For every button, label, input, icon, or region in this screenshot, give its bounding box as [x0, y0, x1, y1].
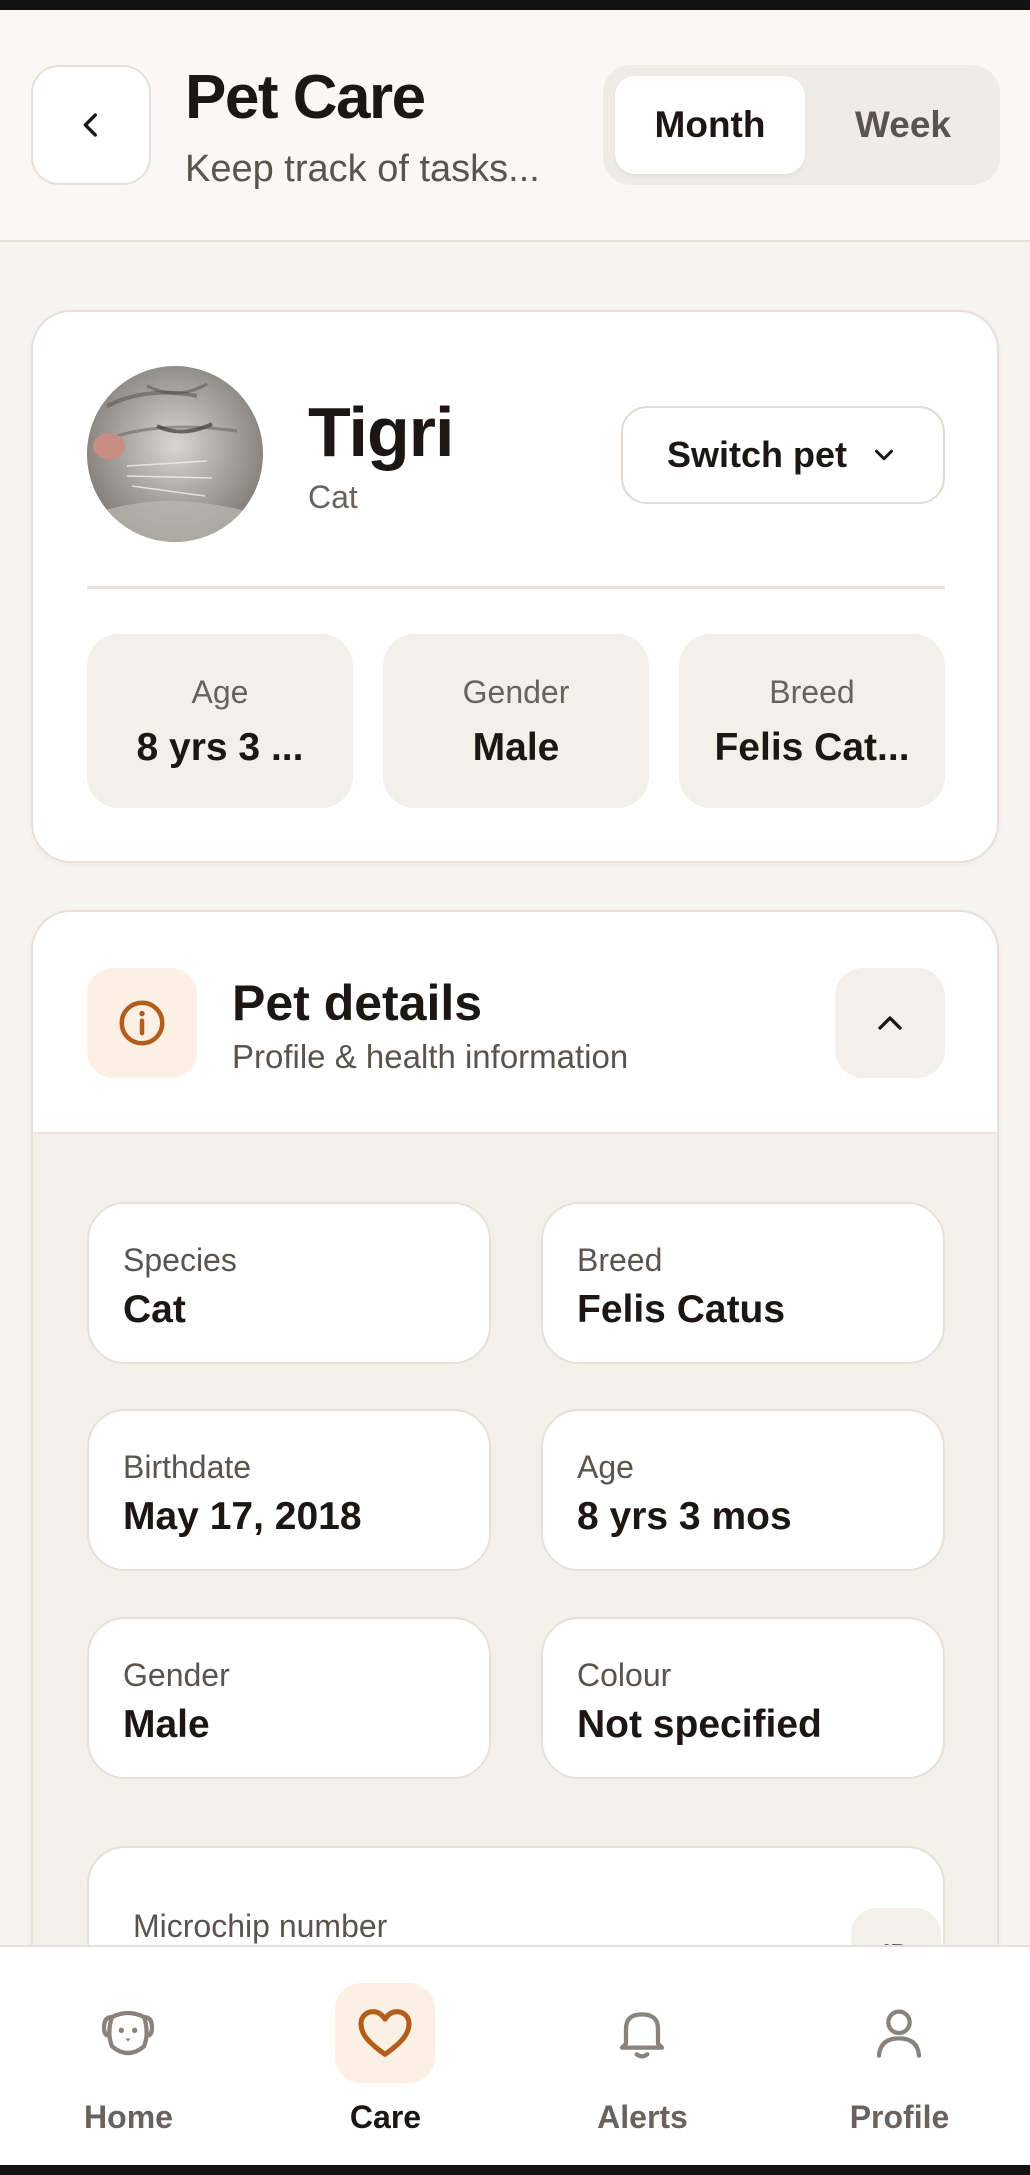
chevron-left-icon	[83, 113, 97, 137]
detail-colour: Colour Not specified	[541, 1617, 945, 1779]
nav-item-profile[interactable]: Profile	[771, 1947, 1028, 2167]
stat-value: Male	[472, 726, 560, 769]
collapse-button[interactable]	[835, 968, 945, 1078]
month-toggle-button[interactable]: Month	[615, 76, 805, 174]
bell-icon	[619, 2012, 665, 2059]
detail-gender: Gender Male	[87, 1617, 491, 1779]
view-toggle: Month Week	[603, 65, 1000, 185]
nav-icon-container	[592, 1983, 692, 2083]
field-value: 8 yrs 3 mos	[577, 1495, 792, 1538]
status-bar	[0, 0, 1030, 10]
home-indicator-bar	[0, 2165, 1030, 2175]
back-button[interactable]	[31, 65, 151, 185]
detail-species: Species Cat	[87, 1202, 491, 1364]
field-label: Species	[123, 1242, 237, 1278]
switch-pet-label: Switch pet	[666, 434, 848, 475]
heart-icon	[358, 2009, 412, 2057]
stat-breed: Breed Felis Cat...	[679, 634, 945, 808]
field-value: Not specified	[577, 1703, 822, 1746]
stat-value: Felis Cat...	[714, 726, 910, 769]
field-value: May 17, 2018	[123, 1495, 362, 1538]
detail-age: Age 8 yrs 3 mos	[541, 1409, 945, 1571]
nav-item-alerts[interactable]: Alerts	[514, 1947, 771, 2167]
dog-icon	[101, 2010, 155, 2056]
nav-label: Profile	[849, 2099, 950, 2135]
page-subtitle: Keep track of tasks...	[185, 148, 540, 190]
nav-item-care[interactable]: Care	[257, 1947, 514, 2167]
pet-species: Cat	[308, 479, 358, 515]
nav-label: Care	[349, 2099, 422, 2135]
page-title: Pet Care	[185, 63, 426, 132]
microchip-label: Microchip number	[133, 1908, 388, 1944]
field-label: Birthdate	[123, 1449, 252, 1485]
detail-breed: Breed Felis Catus	[541, 1202, 945, 1364]
divider	[87, 586, 945, 589]
chevron-up-icon	[878, 1016, 902, 1030]
chevron-down-icon	[875, 449, 894, 461]
nav-label: Home	[84, 2099, 173, 2135]
field-value: Male	[123, 1703, 210, 1746]
stat-gender: Gender Male	[383, 634, 649, 808]
nav-icon-container	[335, 1983, 435, 2083]
nav-label: Alerts	[597, 2099, 688, 2135]
pet-summary-card: Tigri Cat Switch pet Age 8 yrs 3 ... Gen…	[31, 310, 999, 863]
nav-item-home[interactable]: Home	[0, 1947, 257, 2167]
info-icon	[119, 1000, 165, 1046]
nav-icon-container	[849, 1983, 949, 2083]
stat-value: 8 yrs 3 ...	[136, 726, 304, 769]
field-label: Colour	[577, 1657, 672, 1693]
field-label: Age	[577, 1449, 634, 1485]
field-value: Felis Catus	[577, 1288, 786, 1331]
pet-avatar	[87, 366, 263, 542]
field-label: Breed	[577, 1242, 663, 1278]
pet-details-header[interactable]: Pet details Profile & health information	[33, 912, 997, 1134]
detail-birthdate: Birthdate May 17, 2018	[87, 1409, 491, 1571]
nav-icon-container	[78, 1983, 178, 2083]
field-value: Cat	[123, 1288, 186, 1331]
switch-pet-button[interactable]: Switch pet	[621, 406, 945, 504]
stat-label: Gender	[462, 674, 570, 710]
stat-age: Age 8 yrs 3 ...	[87, 634, 353, 808]
week-toggle-button[interactable]: Week	[813, 76, 993, 174]
pet-name: Tigri	[308, 393, 454, 471]
user-icon	[876, 2009, 922, 2058]
bottom-nav: Home Care Alerts Profile	[0, 1945, 1030, 2165]
stat-label: Breed	[769, 674, 855, 710]
stat-label: Age	[191, 674, 249, 710]
pet-details-title: Pet details	[232, 975, 483, 1031]
app-header: Pet Care Keep track of tasks... Month We…	[0, 10, 1030, 242]
pet-details-subtitle: Profile & health information	[232, 1038, 629, 1075]
info-badge	[87, 968, 197, 1078]
cat-photo	[87, 366, 263, 542]
field-label: Gender	[123, 1657, 230, 1693]
